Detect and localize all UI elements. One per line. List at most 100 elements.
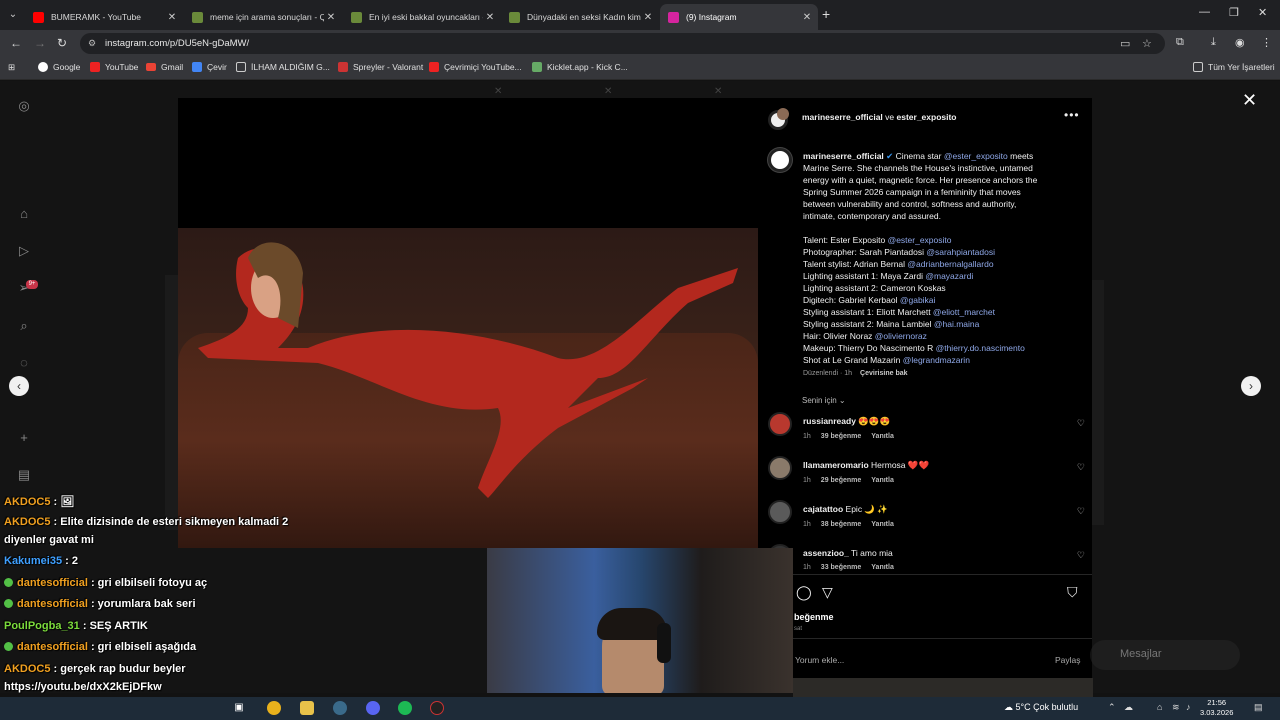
site-info-icon[interactable]: ⚙ — [88, 38, 96, 49]
bookmark-translate[interactable]: Çevir — [192, 62, 227, 72]
tray-chevron-icon[interactable]: ⌃ — [1108, 702, 1116, 713]
create-icon[interactable]: + — [16, 430, 32, 446]
chat-username[interactable]: dantesofficial — [17, 577, 88, 589]
clock[interactable]: 21:56 3.03.2026 — [1200, 698, 1233, 718]
tab-2[interactable]: meme için arama sonuçları - Qu ✕ — [184, 4, 342, 30]
chat-username[interactable]: AKDOC5 — [4, 496, 50, 508]
tab-1[interactable]: BUMERAMK - YouTube ✕ — [25, 4, 183, 30]
bookmark-gmail[interactable]: Gmail — [146, 62, 183, 72]
mention-link[interactable]: @gabikai — [900, 295, 936, 305]
download-icon[interactable]: ⤓ — [1211, 36, 1216, 49]
cast-icon[interactable]: ▭ — [1120, 37, 1130, 50]
maximize-icon[interactable]: ❐ — [1229, 6, 1239, 19]
reload-icon[interactable]: ↻ — [57, 36, 67, 50]
apps-icon[interactable]: ⊞ — [8, 62, 15, 73]
volume-icon[interactable]: ♪ — [1186, 702, 1191, 712]
like-heart-icon[interactable]: ♡ — [1077, 462, 1085, 473]
tab-close-icon[interactable]: ✕ — [800, 12, 814, 23]
like-heart-icon[interactable]: ♡ — [1077, 418, 1085, 429]
previous-post-arrow-icon[interactable]: ‹ — [9, 376, 29, 396]
bookmark-google[interactable]: Google — [38, 62, 80, 72]
tab-close-icon[interactable]: ✕ — [165, 12, 179, 23]
close-modal-icon[interactable]: ✕ — [1242, 90, 1257, 111]
caption-username[interactable]: marineserre_official — [803, 151, 884, 161]
tab-search-icon[interactable]: ⌄ — [5, 7, 21, 23]
tab-4[interactable]: Dünyadaki en seksi Kadın kim - ✕ — [501, 4, 659, 30]
onedrive-icon[interactable]: ☁ — [1124, 702, 1133, 713]
profile-icon[interactable]: ◉ — [1235, 36, 1245, 49]
mention-link[interactable]: @ester_exposito — [944, 151, 1008, 161]
dashboard-icon[interactable]: ▤ — [16, 467, 32, 483]
caption-avatar[interactable] — [768, 148, 792, 172]
chat-username[interactable]: dantesofficial — [17, 598, 88, 610]
comment-username[interactable]: russianready — [803, 416, 856, 426]
back-icon[interactable]: ← — [10, 36, 22, 50]
obs-icon[interactable] — [430, 701, 444, 715]
all-bookmarks[interactable]: Tüm Yer İşaretleri — [1193, 62, 1275, 72]
close-window-icon[interactable]: ✕ — [1258, 6, 1267, 19]
bookmark-star-icon[interactable]: ☆ — [1142, 37, 1152, 50]
chrome-icon[interactable] — [267, 701, 281, 715]
comment-sort-dropdown[interactable]: Senin için ⌄ — [802, 396, 846, 405]
mention-link[interactable]: @sarahpiantadosi — [926, 247, 995, 257]
messages-pill[interactable]: Mesajlar — [1090, 640, 1240, 670]
bookmark-youtube-online[interactable]: Çevrimiçi YouTube... — [429, 62, 522, 72]
chat-username[interactable]: PoulPogba_31 — [4, 620, 80, 632]
next-post-arrow-icon[interactable]: › — [1241, 376, 1261, 396]
save-icon[interactable]: ⛉ — [1067, 584, 1078, 601]
url-text[interactable]: instagram.com/p/DU5eN-gDaMW/ — [105, 38, 249, 49]
share-icon[interactable]: ▽ — [822, 584, 833, 601]
comment-avatar[interactable] — [768, 456, 792, 480]
menu-icon[interactable]: ⋮ — [1261, 36, 1272, 49]
file-explorer-icon[interactable] — [300, 701, 314, 715]
chat-username[interactable]: AKDOC5 — [4, 516, 50, 528]
wifi-icon[interactable]: ≋ — [1172, 702, 1180, 713]
chat-username[interactable]: dantesofficial — [17, 641, 88, 653]
header-user1[interactable]: marineserre_official — [802, 112, 883, 122]
search-icon[interactable]: ⌕ — [16, 318, 32, 334]
like-heart-icon[interactable]: ♡ — [1077, 506, 1085, 517]
chat-username[interactable]: Kakumei35 — [4, 555, 62, 567]
mention-link[interactable]: @thierry.do.nascimento — [936, 343, 1025, 353]
mention-link[interactable]: @eliott_marchet — [933, 307, 995, 317]
instagram-logo-icon[interactable]: ◎ — [16, 98, 32, 114]
header-user2[interactable]: ester_exposito — [897, 112, 957, 122]
reply-button[interactable]: Yanıtla — [871, 564, 894, 571]
mention-link[interactable]: @legrandmazarin — [903, 355, 970, 365]
new-tab-button[interactable]: + — [822, 6, 830, 22]
spotify-icon[interactable] — [398, 701, 412, 715]
post-comment-button[interactable]: Paylaş — [1055, 655, 1081, 665]
comment-icon[interactable]: ◯ — [796, 584, 812, 601]
home-icon[interactable]: ⌂ — [16, 206, 32, 222]
comment-username[interactable]: cajatattoo — [803, 504, 843, 514]
reply-button[interactable]: Yanıtla — [871, 521, 894, 528]
reply-button[interactable]: Yanıtla — [871, 477, 894, 484]
tab-close-icon[interactable]: ✕ — [641, 12, 655, 23]
mention-link[interactable]: @oliviernoraz — [875, 331, 927, 341]
more-options-icon[interactable]: ••• — [1064, 108, 1080, 122]
app-icon[interactable] — [333, 701, 347, 715]
see-translation-link[interactable]: Çevirisine bak — [860, 370, 907, 377]
mention-link[interactable]: @hai.maina — [934, 319, 979, 329]
comment-username[interactable]: llamameromario — [803, 460, 869, 470]
bookmark-kicklet[interactable]: Kicklet.app - Kick C... — [532, 62, 628, 72]
comment-avatar[interactable] — [768, 500, 792, 524]
comment-username[interactable]: assenzioo_ — [803, 548, 849, 558]
discord-icon[interactable] — [366, 701, 380, 715]
extensions-icon[interactable]: ⧉ — [1176, 36, 1184, 49]
bookmark-folder-ilham[interactable]: İLHAM ALDIĞIM G... — [236, 62, 330, 72]
tab-3[interactable]: En iyi eski bakkal oyuncakları - ✕ — [343, 4, 501, 30]
header-avatar-secondary[interactable] — [777, 108, 789, 120]
comment-input[interactable]: Yorum ekle... — [795, 655, 844, 665]
forward-icon[interactable]: → — [34, 36, 46, 50]
mention-link[interactable]: @mayazardi — [925, 271, 973, 281]
minimize-icon[interactable]: — — [1199, 6, 1210, 18]
explore-icon[interactable]: ◌ — [16, 355, 32, 371]
reels-icon[interactable]: ▷ — [16, 243, 32, 259]
bookmark-valorant[interactable]: Spreyler - Valorant — [338, 62, 423, 72]
notification-center-icon[interactable]: ▤ — [1254, 702, 1263, 713]
weather-widget[interactable]: ☁ 5°C Çok bulutlu — [1004, 702, 1078, 713]
reply-button[interactable]: Yanıtla — [871, 433, 894, 440]
mention-link[interactable]: @ester_exposito — [888, 235, 952, 245]
tab-close-icon[interactable]: ✕ — [324, 12, 338, 23]
